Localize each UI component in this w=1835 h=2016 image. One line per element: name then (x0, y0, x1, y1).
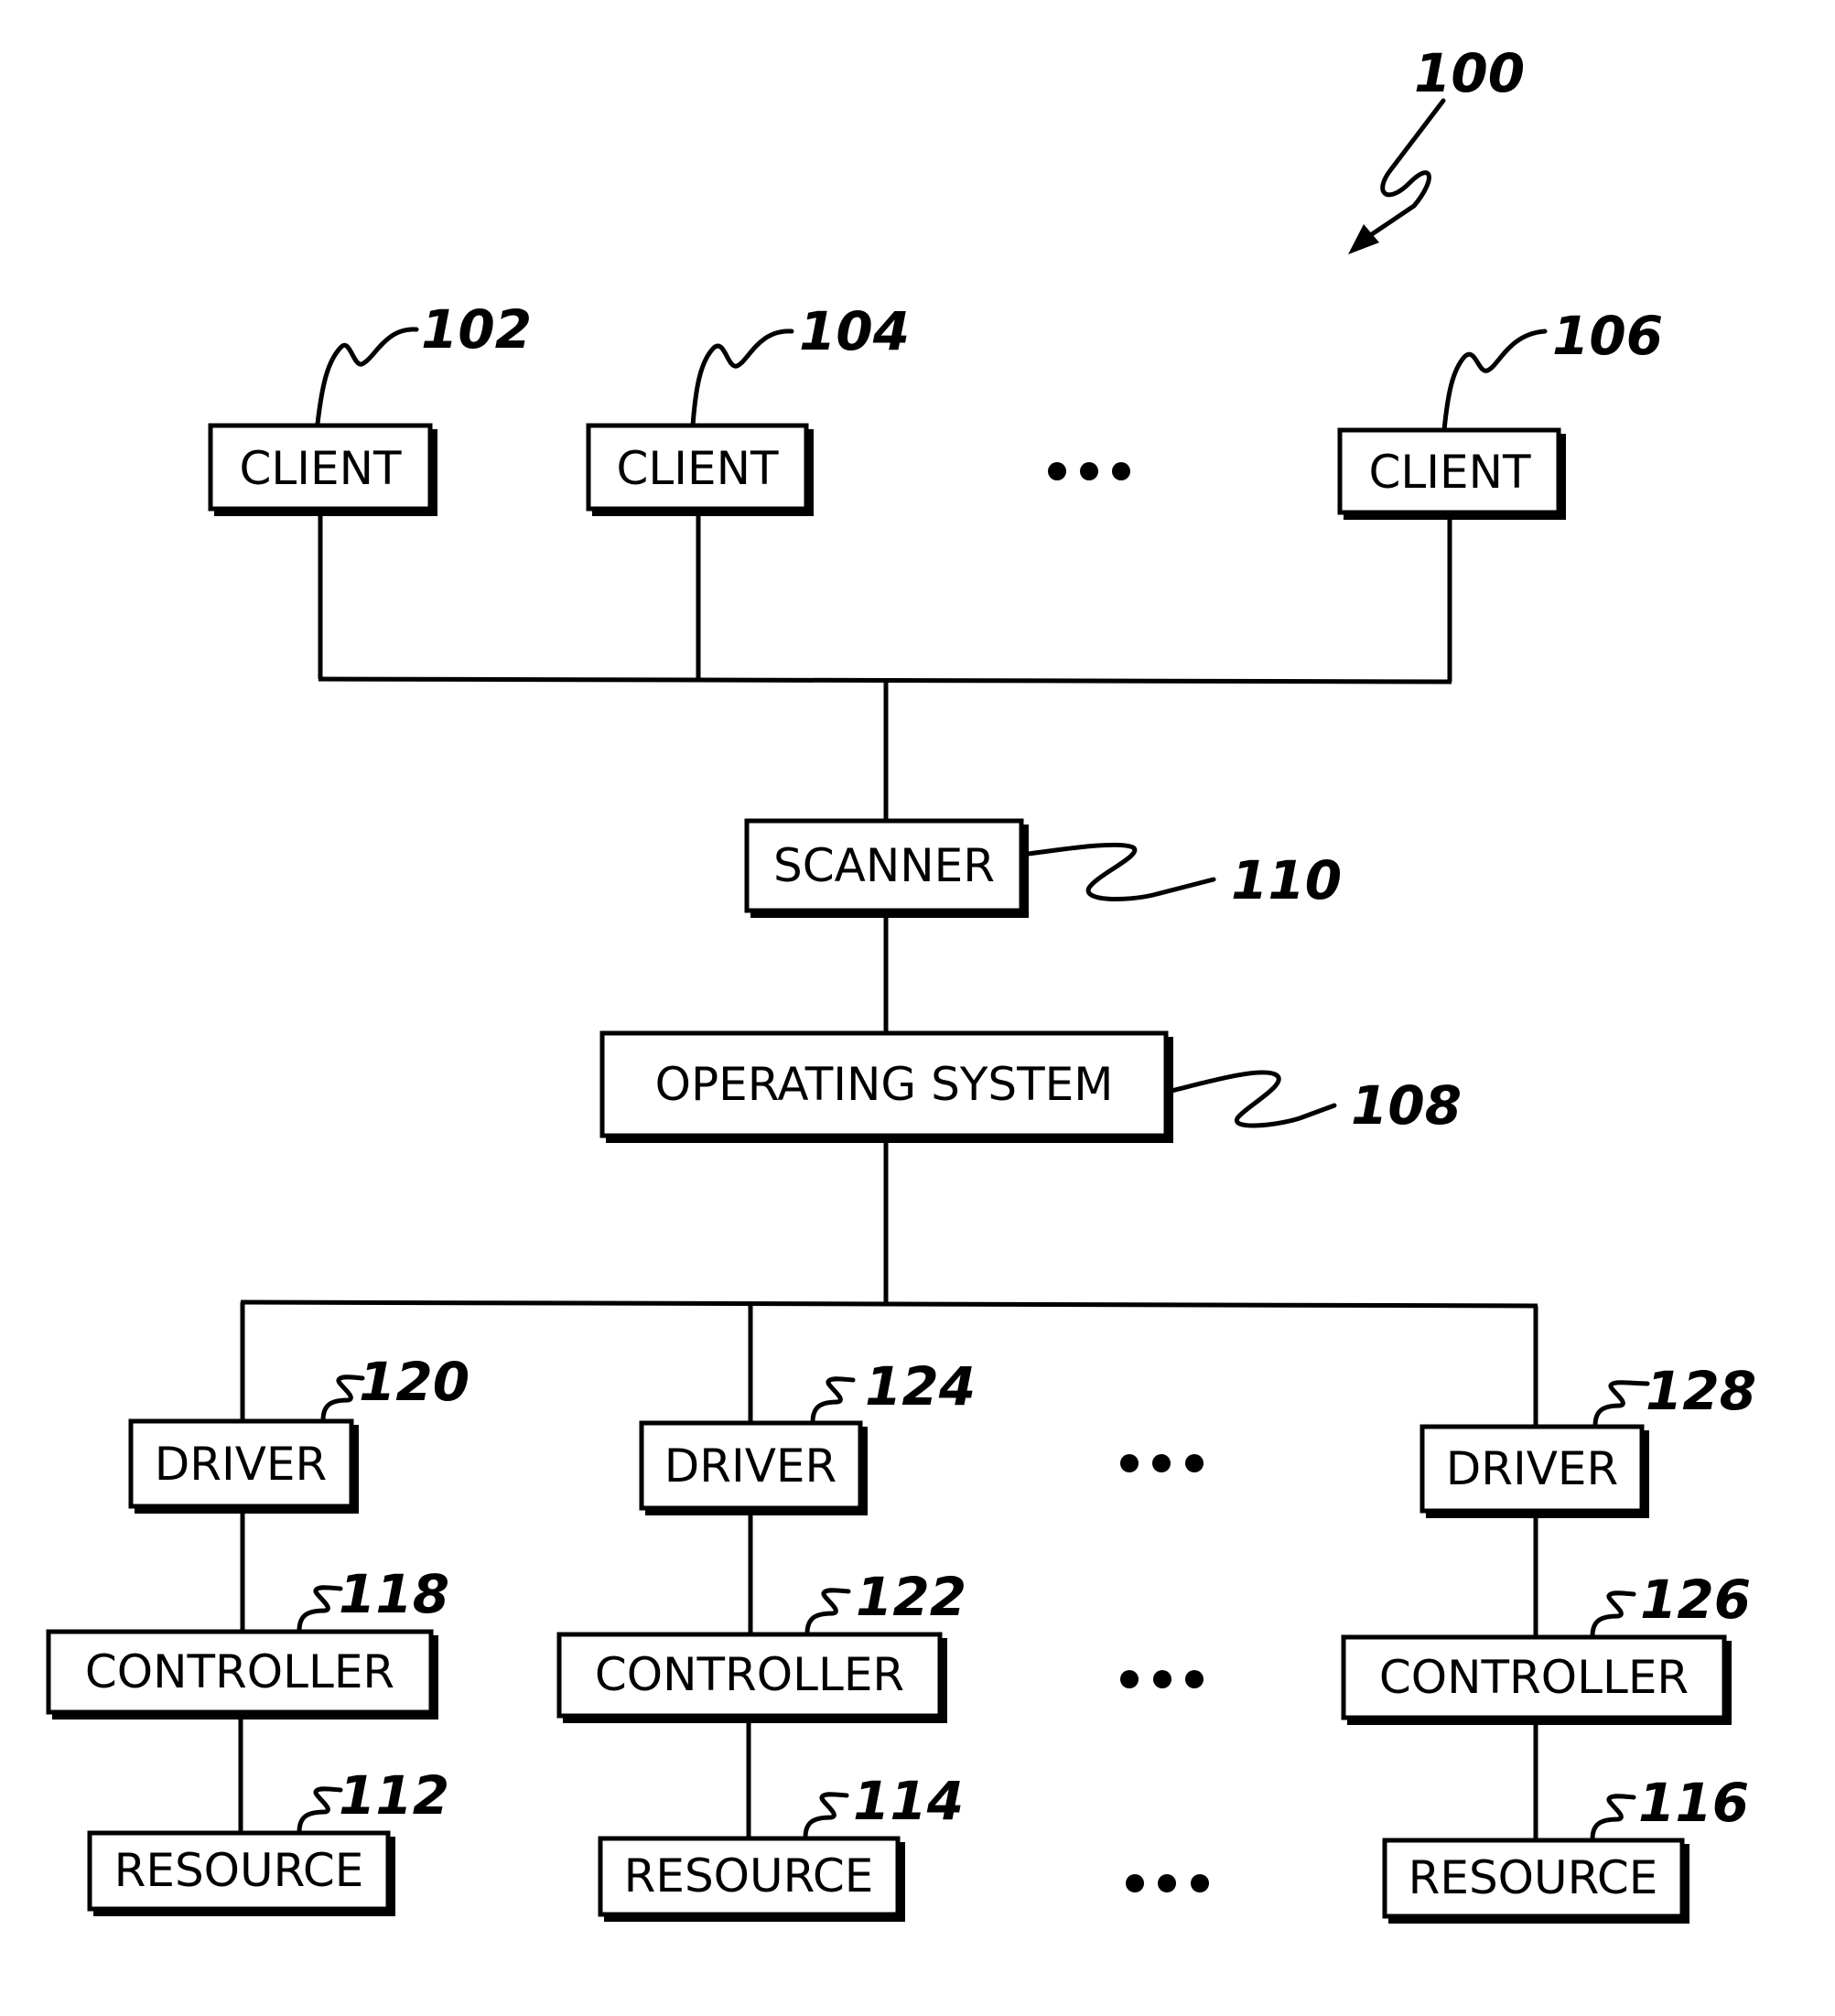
controller-3-label: CONTROLLER (1379, 1651, 1689, 1704)
ellipsis-dot (1191, 1874, 1209, 1892)
resource-1-leader (297, 1786, 343, 1835)
controller-3-ref: 126 (1640, 1569, 1751, 1631)
ellipsis-dot (1120, 1454, 1139, 1472)
ellipsis-dot (1048, 462, 1066, 480)
ellipsis-dot (1185, 1454, 1204, 1472)
ellipsis-dot (1185, 1670, 1204, 1688)
resource-2-ref: 114 (853, 1770, 964, 1832)
client-box-2[interactable]: CLIENT (586, 423, 814, 516)
driver-bus-line (240, 1299, 1538, 1309)
resource-3-leader (1590, 1794, 1636, 1842)
ellipsis-dot (1080, 462, 1098, 480)
controller-1-ref: 118 (339, 1563, 449, 1625)
scanner-leader (1025, 842, 1216, 902)
client-bus (318, 512, 1452, 819)
controller-1-leader (297, 1585, 343, 1633)
controller-1-label: CONTROLLER (85, 1645, 394, 1698)
figure-ref-label: 100 (1414, 42, 1525, 104)
client-ellipsis (1048, 462, 1130, 480)
client-2-ref: 104 (799, 300, 910, 362)
resource-box-1[interactable]: RESOURCE (87, 1830, 395, 1916)
client-2-leader (690, 329, 794, 428)
controller-2-label: CONTROLLER (595, 1648, 904, 1701)
ellipsis-dot (1126, 1874, 1144, 1892)
resource-3-label: RESOURCE (1409, 1851, 1658, 1904)
driver-2-ref: 124 (865, 1355, 976, 1418)
scanner-ref: 110 (1231, 849, 1342, 911)
resource-2-leader (803, 1792, 849, 1840)
driver-1-ref: 120 (359, 1351, 470, 1413)
driver-2-leader (810, 1376, 856, 1425)
resource-1-ref: 112 (339, 1764, 449, 1827)
driver-box-1[interactable]: DRIVER (128, 1418, 359, 1514)
figure-ref-arrow-line (1361, 98, 1446, 243)
scanner-label: SCANNER (773, 839, 995, 892)
driver-1-label: DRIVER (155, 1438, 328, 1491)
operating-system-leader (1169, 1070, 1337, 1128)
driver-2-label: DRIVER (664, 1439, 837, 1493)
system-block-diagram: 100 CLIENT 102 CLIENT 104 CLIENT 106 SCA… (46, 42, 1756, 1924)
controller-box-1[interactable]: CONTROLLER (46, 1629, 438, 1720)
operating-system-box[interactable]: OPERATING SYSTEM (599, 1030, 1173, 1143)
figure-reference: 100 (1348, 42, 1525, 254)
client-3-ref: 106 (1552, 305, 1663, 367)
driver-3-ref: 128 (1646, 1360, 1756, 1422)
driver-3-leader (1592, 1380, 1650, 1428)
driver-ellipsis (1120, 1454, 1204, 1472)
controller-3-leader (1590, 1590, 1636, 1639)
controller-box-2[interactable]: CONTROLLER (556, 1632, 947, 1723)
client-box-1[interactable]: CLIENT (208, 423, 437, 516)
client-1-label: CLIENT (239, 442, 402, 495)
driver-box-2[interactable]: DRIVER (639, 1420, 868, 1515)
controller-ellipsis (1120, 1670, 1204, 1688)
controller-2-leader (804, 1588, 851, 1636)
client-1-leader (315, 327, 419, 426)
resource-1-label: RESOURCE (114, 1844, 364, 1897)
ellipsis-dot (1112, 462, 1130, 480)
client-3-label: CLIENT (1368, 446, 1531, 499)
client-3-leader (1441, 329, 1548, 433)
driver-1-leader (320, 1375, 365, 1423)
resource-box-3[interactable]: RESOURCE (1382, 1838, 1689, 1924)
operating-system-label: OPERATING SYSTEM (655, 1058, 1114, 1111)
ellipsis-dot (1158, 1874, 1176, 1892)
client-1-ref: 102 (421, 298, 532, 361)
controller-2-ref: 122 (856, 1566, 966, 1628)
arrowhead-icon (1348, 224, 1379, 254)
ellipsis-dot (1152, 1454, 1171, 1472)
operating-system-ref: 108 (1351, 1074, 1462, 1137)
client-2-label: CLIENT (616, 442, 779, 495)
ellipsis-dot (1120, 1670, 1139, 1688)
resource-box-2[interactable]: RESOURCE (598, 1836, 905, 1922)
controller-box-3[interactable]: CONTROLLER (1341, 1634, 1732, 1725)
driver-box-3[interactable]: DRIVER (1419, 1424, 1649, 1518)
scanner-box[interactable]: SCANNER (744, 818, 1029, 918)
driver-3-label: DRIVER (1446, 1442, 1619, 1495)
client-box-3[interactable]: CLIENT (1337, 427, 1566, 520)
resource-2-label: RESOURCE (624, 1849, 874, 1903)
ellipsis-dot (1153, 1670, 1171, 1688)
resource-ellipsis (1126, 1874, 1209, 1892)
resource-3-ref: 116 (1638, 1772, 1749, 1834)
